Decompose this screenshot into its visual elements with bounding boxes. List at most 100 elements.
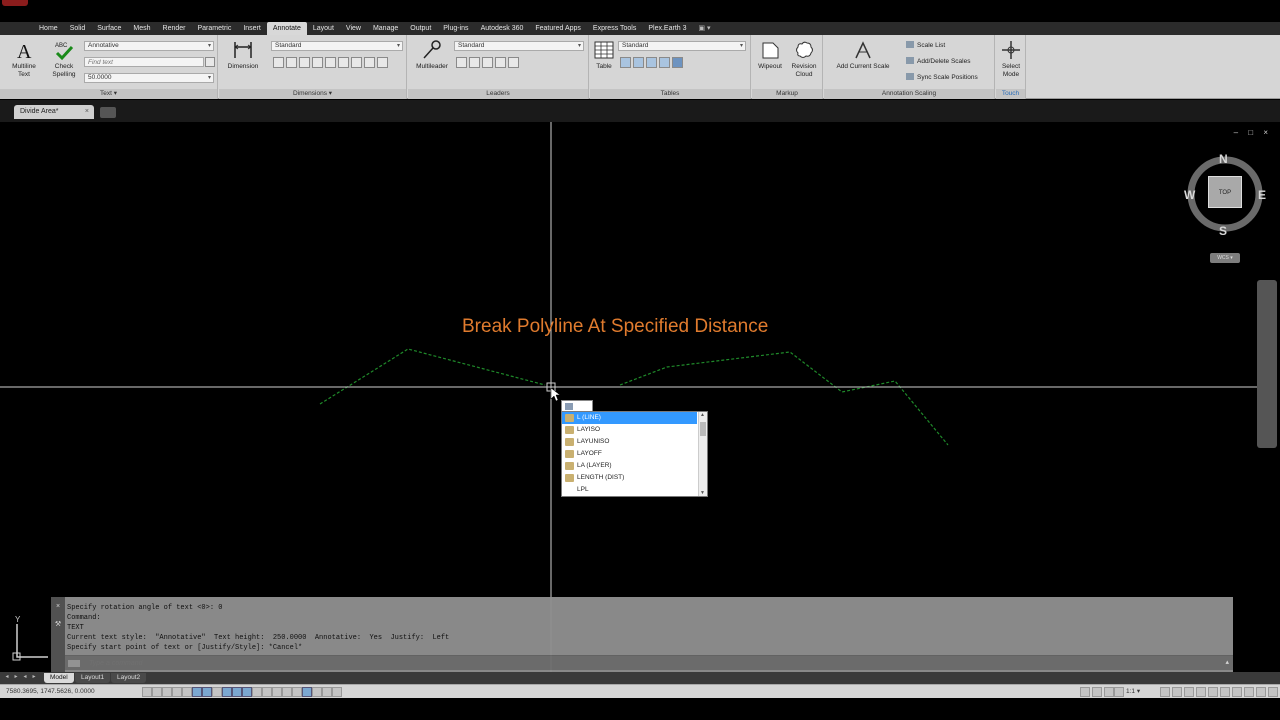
status-toggle-button[interactable] bbox=[1268, 687, 1278, 697]
command-autocomplete-list[interactable]: L (LINE) LAYISO LAYUNISO LAYOFF LA (LAYE… bbox=[561, 411, 708, 497]
autocomplete-item[interactable]: LAYISO bbox=[562, 424, 697, 436]
leader-tool-icon[interactable] bbox=[508, 57, 519, 68]
last-layout-icon[interactable]: ▸ bbox=[30, 673, 38, 682]
tab-surface[interactable]: Surface bbox=[91, 22, 127, 35]
tables-panel-title[interactable]: Tables bbox=[590, 89, 750, 99]
scroll-down-icon[interactable]: ▼ bbox=[700, 490, 705, 496]
close-icon[interactable]: × bbox=[54, 603, 62, 611]
autocomplete-item[interactable]: LAYOFF bbox=[562, 448, 697, 460]
tab-output[interactable]: Output bbox=[404, 22, 437, 35]
status-toggle-button[interactable] bbox=[222, 687, 232, 697]
tab-parametric[interactable]: Parametric bbox=[191, 22, 237, 35]
status-toggle-button[interactable] bbox=[202, 687, 212, 697]
status-toggle-button[interactable] bbox=[272, 687, 282, 697]
dim-tool-icon[interactable] bbox=[286, 57, 297, 68]
leader-tool-icon[interactable] bbox=[456, 57, 467, 68]
dimensions-panel-title[interactable]: Dimensions ▾ bbox=[219, 89, 406, 99]
previous-layout-icon[interactable]: ▸ bbox=[12, 673, 20, 682]
status-toggle-button[interactable] bbox=[242, 687, 252, 697]
autocomplete-item[interactable]: LAYUNISO bbox=[562, 436, 697, 448]
status-toggle-button[interactable] bbox=[1172, 687, 1182, 697]
table-tool-icon[interactable] bbox=[646, 57, 657, 68]
revision-cloud-button[interactable]: Revision Cloud bbox=[786, 39, 822, 79]
touch-panel-title[interactable]: Touch bbox=[996, 89, 1025, 99]
new-drawing-tab-button[interactable] bbox=[100, 107, 116, 118]
first-layout-icon[interactable]: ◂ bbox=[3, 673, 11, 682]
status-toggle-button[interactable] bbox=[1220, 687, 1230, 697]
autocomplete-item[interactable]: LA (LAYER) bbox=[562, 460, 697, 472]
sync-scale-positions-button[interactable]: Sync Scale Positions bbox=[906, 73, 978, 81]
tab-layout[interactable]: Layout bbox=[307, 22, 340, 35]
tab-layout2[interactable]: Layout2 bbox=[111, 673, 147, 683]
status-toggle-button[interactable] bbox=[1160, 687, 1170, 697]
add-delete-scales-button[interactable]: Add/Delete Scales bbox=[906, 57, 970, 65]
dimension-style-dropdown[interactable]: Standard ▾ bbox=[271, 41, 403, 51]
annotation-scaling-panel-title[interactable]: Annotation Scaling bbox=[824, 89, 994, 99]
annotation-scale-dropdown[interactable]: 1:1 ▾ bbox=[1126, 686, 1140, 698]
compass-west[interactable]: W bbox=[1184, 188, 1195, 202]
status-toggle-button[interactable] bbox=[1104, 687, 1114, 697]
status-toggle-button[interactable] bbox=[312, 687, 322, 697]
status-toggle-button[interactable] bbox=[1184, 687, 1194, 697]
file-tab-divide-area[interactable]: Divide Area* × bbox=[14, 105, 94, 119]
autocomplete-scrollbar[interactable]: ▲ ▼ bbox=[698, 412, 707, 496]
status-toggle-button[interactable] bbox=[332, 687, 342, 697]
application-menu-button[interactable] bbox=[2, 0, 28, 6]
dim-tool-icon[interactable] bbox=[351, 57, 362, 68]
tab-featured-apps[interactable]: Featured Apps bbox=[529, 22, 587, 35]
scroll-up-icon[interactable]: ▲ bbox=[700, 412, 705, 418]
status-toggle-button[interactable] bbox=[302, 687, 312, 697]
wcs-menu-button[interactable]: WCS ▾ bbox=[1210, 253, 1240, 263]
status-toggle-button[interactable] bbox=[1208, 687, 1218, 697]
autocomplete-item[interactable]: L (LINE) bbox=[562, 412, 697, 424]
tab-layout1[interactable]: Layout1 bbox=[75, 673, 111, 683]
viewport-window-controls[interactable]: – □ × bbox=[1234, 128, 1272, 137]
status-toggle-button[interactable] bbox=[1232, 687, 1242, 697]
tab-solid[interactable]: Solid bbox=[64, 22, 92, 35]
tab-annotate[interactable]: Annotate bbox=[266, 22, 307, 35]
status-toggle-button[interactable] bbox=[1256, 687, 1266, 697]
ribbon-minimize-toggle[interactable]: ▣ ▾ bbox=[693, 22, 717, 35]
drawing-viewport[interactable]: Break Polyline At Specified Distance – □… bbox=[0, 122, 1280, 672]
dim-tool-icon[interactable] bbox=[364, 57, 375, 68]
status-toggle-button[interactable] bbox=[262, 687, 272, 697]
select-mode-button[interactable]: Select Mode bbox=[993, 39, 1029, 79]
dim-tool-icon[interactable] bbox=[299, 57, 310, 68]
status-toggle-button[interactable] bbox=[162, 687, 172, 697]
compass-south[interactable]: S bbox=[1219, 224, 1227, 238]
navigation-bar[interactable] bbox=[1257, 280, 1277, 448]
compass-east[interactable]: E bbox=[1258, 188, 1266, 202]
status-toggle-button[interactable] bbox=[232, 687, 242, 697]
text-panel-title[interactable]: Text ▾ bbox=[0, 89, 217, 99]
table-tool-icon[interactable] bbox=[633, 57, 644, 68]
dim-tool-icon[interactable] bbox=[273, 57, 284, 68]
autocomplete-item[interactable]: LENGTH (DIST) bbox=[562, 472, 697, 484]
tab-mesh[interactable]: Mesh bbox=[127, 22, 156, 35]
status-toggle-button[interactable] bbox=[322, 687, 332, 697]
dim-tool-icon[interactable] bbox=[338, 57, 349, 68]
cursor-coordinates[interactable]: 7580.3695, 1747.5626, 0.0000 bbox=[6, 686, 95, 698]
tab-render[interactable]: Render bbox=[157, 22, 192, 35]
table-tool-icon[interactable] bbox=[659, 57, 670, 68]
status-toggle-button[interactable] bbox=[292, 687, 302, 697]
table-button[interactable]: Table bbox=[590, 39, 618, 71]
status-toggle-button[interactable] bbox=[182, 687, 192, 697]
find-text-input[interactable] bbox=[84, 57, 204, 67]
tab-view[interactable]: View bbox=[340, 22, 367, 35]
status-toggle-button[interactable] bbox=[1244, 687, 1254, 697]
add-current-scale-button[interactable]: Add Current Scale bbox=[830, 39, 896, 71]
dim-tool-icon[interactable] bbox=[377, 57, 388, 68]
tab-express-tools[interactable]: Express Tools bbox=[587, 22, 642, 35]
status-toggle-button[interactable] bbox=[1114, 687, 1124, 697]
close-icon[interactable]: × bbox=[85, 105, 89, 119]
command-history-toggle-icon[interactable]: ▴ bbox=[1225, 658, 1229, 666]
leader-tool-icon[interactable] bbox=[495, 57, 506, 68]
scale-list-button[interactable]: Scale List bbox=[906, 41, 945, 49]
settings-icon[interactable]: ⚒ bbox=[54, 621, 62, 629]
table-style-dropdown[interactable]: Standard ▾ bbox=[618, 41, 746, 51]
compass-north[interactable]: N bbox=[1219, 152, 1228, 166]
status-toggle-button[interactable] bbox=[252, 687, 262, 697]
command-input[interactable] bbox=[89, 657, 1189, 669]
tab-home[interactable]: Home bbox=[33, 22, 64, 35]
status-toggle-button[interactable] bbox=[212, 687, 222, 697]
